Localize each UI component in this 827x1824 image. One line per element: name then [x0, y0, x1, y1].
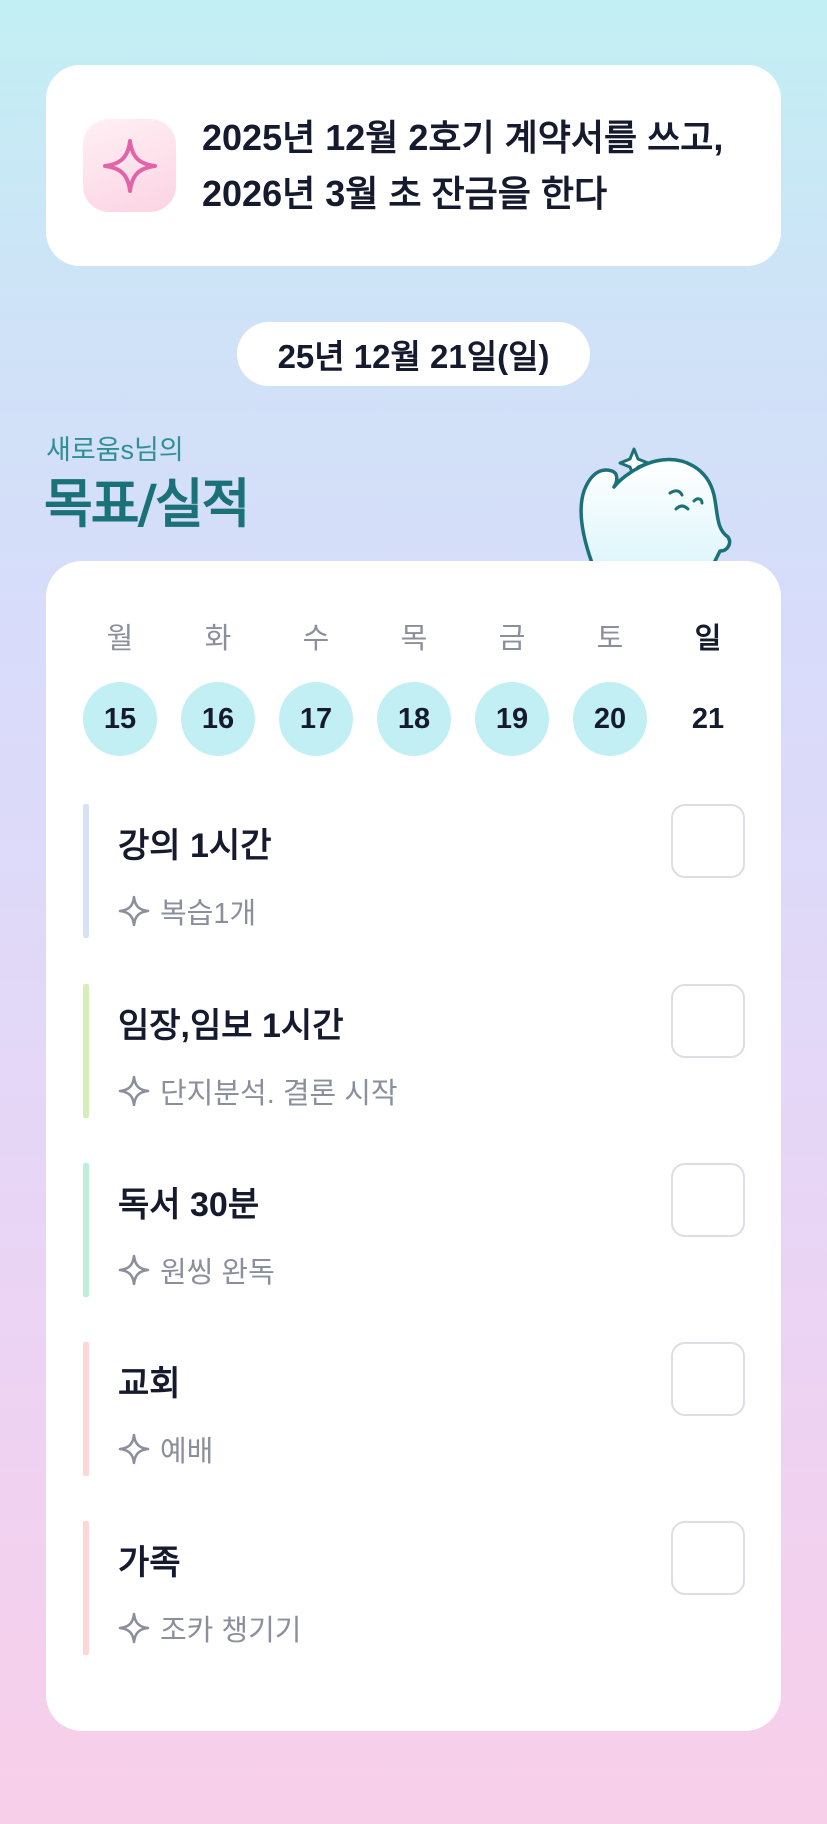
day-mon[interactable]: 월 15 [83, 619, 157, 756]
task-item: 가족 조카 챙기기 [83, 1521, 753, 1655]
day-date: 15 [83, 682, 157, 756]
task-item: 독서 30분 원씽 완독 [83, 1163, 753, 1297]
day-name: 수 [302, 623, 330, 655]
task-checkbox[interactable] [671, 984, 745, 1058]
day-name: 월 [106, 623, 134, 655]
task-subtask: 예배 [118, 1428, 213, 1470]
day-name: 목 [400, 623, 428, 655]
goal-card: 2025년 12월 2호기 계약서를 쓰고, 2026년 3월 초 잔금을 한다 [46, 65, 781, 266]
sparkle-outline-icon [118, 1075, 150, 1107]
goal-line-2: 2026년 3월 초 잔금을 한다 [202, 173, 608, 214]
goals-card: 월 15 화 16 수 17 목 18 금 19 토 20 일 21 강의 1시… [46, 561, 781, 1731]
day-sat[interactable]: 토 20 [573, 619, 647, 756]
day-sun[interactable]: 일 21 [671, 619, 745, 756]
section-title: 목표/실적 [44, 474, 250, 535]
task-title: 가족 [118, 1544, 181, 1582]
day-date: 19 [475, 682, 549, 756]
goal-text: 2025년 12월 2호기 계약서를 쓰고, 2026년 3월 초 잔금을 한다 [202, 110, 762, 222]
task-title: 임장,임보 1시간 [118, 1007, 344, 1045]
task-subtask: 복습1개 [118, 890, 256, 932]
task-title: 강의 1시간 [118, 827, 272, 865]
day-name: 일 [694, 623, 722, 655]
day-fri[interactable]: 금 19 [475, 619, 549, 756]
task-color-bar [83, 1163, 89, 1297]
task-subtask-label: 예배 [160, 1436, 214, 1468]
task-checkbox[interactable] [671, 1521, 745, 1595]
day-thu[interactable]: 목 18 [377, 619, 451, 756]
sparkle-icon [102, 138, 157, 193]
sparkle-outline-icon [118, 1433, 150, 1465]
task-title: 교회 [118, 1365, 181, 1403]
sparkle-outline-icon [118, 1254, 150, 1286]
day-name: 화 [204, 623, 232, 655]
task-subtask: 원씽 완독 [118, 1249, 275, 1291]
day-date: 18 [377, 682, 451, 756]
day-date: 16 [181, 682, 255, 756]
goal-line-1: 2025년 12월 2호기 계약서를 쓰고, [202, 117, 724, 158]
day-date: 20 [573, 682, 647, 756]
task-title: 독서 30분 [118, 1186, 260, 1224]
task-subtask-label: 조카 챙기기 [160, 1615, 302, 1647]
task-subtask-label: 단지분석. 결론 시작 [160, 1078, 398, 1110]
task-item: 교회 예배 [83, 1342, 753, 1476]
day-date: 21 [691, 702, 725, 735]
task-checkbox[interactable] [671, 804, 745, 878]
date-pill[interactable]: 25년 12월 21일(일) [237, 322, 590, 386]
task-subtask: 조카 챙기기 [118, 1607, 301, 1649]
week-strip: 월 15 화 16 수 17 목 18 금 19 토 20 일 21 [46, 619, 781, 769]
task-subtask-label: 복습1개 [160, 898, 257, 930]
task-item: 강의 1시간 복습1개 [83, 804, 753, 938]
day-date: 17 [279, 682, 353, 756]
task-subtask: 단지분석. 결론 시작 [118, 1070, 398, 1112]
day-wed[interactable]: 수 17 [279, 619, 353, 756]
day-tue[interactable]: 화 16 [181, 619, 255, 756]
day-name: 금 [498, 623, 526, 655]
task-color-bar [83, 1521, 89, 1655]
task-color-bar [83, 1342, 89, 1476]
goal-sparkle-icon-badge [83, 119, 176, 212]
task-color-bar [83, 804, 89, 938]
day-name: 토 [596, 623, 624, 655]
task-checkbox[interactable] [671, 1163, 745, 1237]
sparkle-outline-icon [118, 1612, 150, 1644]
task-checkbox[interactable] [671, 1342, 745, 1416]
task-item: 임장,임보 1시간 단지분석. 결론 시작 [83, 984, 753, 1118]
mascot-character-icon [579, 447, 732, 565]
task-subtask-label: 원씽 완독 [160, 1257, 275, 1289]
sparkle-outline-icon [118, 895, 150, 927]
task-color-bar [83, 984, 89, 1118]
